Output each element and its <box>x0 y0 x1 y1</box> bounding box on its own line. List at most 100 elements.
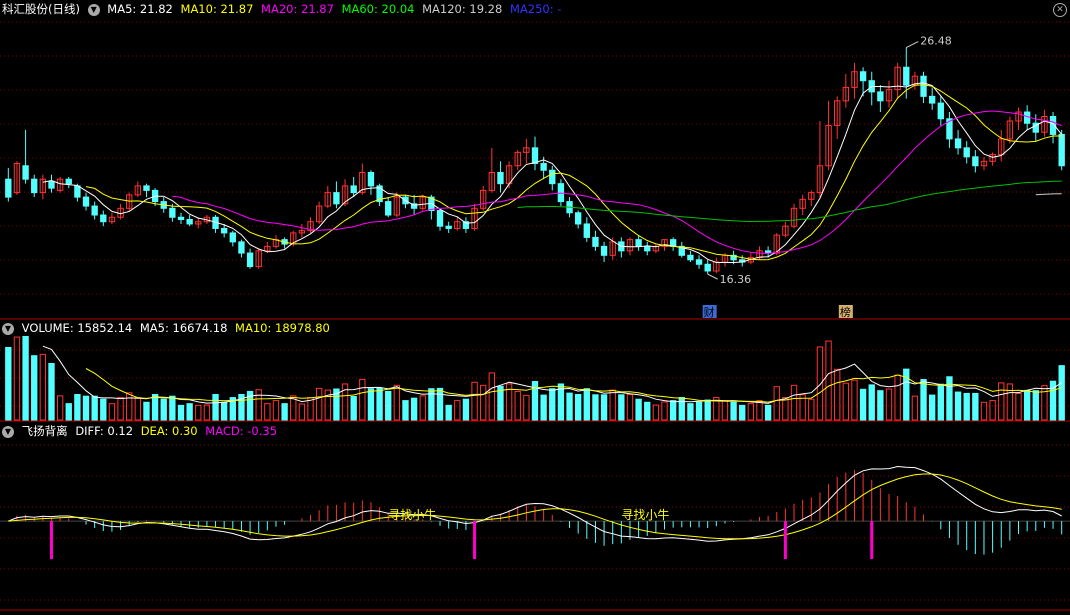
candle-body <box>169 207 176 218</box>
low-label: 16.36 <box>720 273 752 286</box>
volume-bar <box>220 401 228 421</box>
volume-bar <box>160 398 167 421</box>
ma120-line <box>1035 193 1062 196</box>
candle-body <box>1058 133 1065 167</box>
volume-bar <box>928 394 936 421</box>
candle-body <box>687 254 694 261</box>
diff-value: DIFF: 0.12 <box>75 424 134 438</box>
ma10-legend: MA10: 21.87 <box>180 2 254 16</box>
candle-body <box>972 156 979 167</box>
volume-bar <box>359 379 366 421</box>
volume-bar <box>704 399 711 421</box>
candle-body <box>937 102 944 120</box>
volume-bar <box>281 403 288 421</box>
volume-bar <box>1015 392 1022 421</box>
candle-body <box>583 223 590 238</box>
volume-bar <box>410 397 418 421</box>
volume-bar <box>402 400 409 421</box>
volume-bar <box>108 403 116 421</box>
volume-bar <box>65 403 72 421</box>
volume-bar <box>454 400 461 421</box>
volume-bar <box>315 387 323 421</box>
volume-bar <box>272 400 280 421</box>
volume-bar <box>652 404 660 421</box>
volume-bar <box>635 398 642 421</box>
close-icon[interactable]: ✕ <box>1053 3 1067 17</box>
volume-bar <box>730 401 737 421</box>
volume-bar <box>39 353 47 421</box>
volume-bar <box>264 403 271 421</box>
volume-bar <box>946 376 953 421</box>
volume-bar <box>91 395 98 421</box>
volume-bar <box>393 384 401 421</box>
chevron-down-icon[interactable]: ▼ <box>2 425 14 438</box>
volume-bar <box>851 379 858 421</box>
signal-marker <box>783 521 787 560</box>
volume-bar <box>937 383 944 421</box>
candle-body <box>48 180 55 189</box>
volume-bar <box>825 340 832 421</box>
tag-label: 榜 <box>840 305 851 319</box>
tag-label: 财 <box>704 305 715 319</box>
signal-marker <box>473 521 477 560</box>
candle-body <box>954 138 962 149</box>
ma120-legend: MA120: 19.28 <box>422 2 503 16</box>
candle-body <box>436 210 444 227</box>
candle-body <box>704 263 711 272</box>
volume-bar <box>972 392 979 421</box>
volume-bar <box>834 368 841 421</box>
volume-bar <box>859 388 867 421</box>
dea-value: DEA: 0.30 <box>140 424 198 438</box>
volume-bar <box>1058 365 1065 421</box>
volume-bar <box>644 401 651 421</box>
volume-bar <box>773 386 780 421</box>
volume-bar <box>980 401 988 421</box>
ma60-line <box>517 180 1062 223</box>
candle-body <box>445 225 452 229</box>
volume-bar <box>385 390 392 421</box>
volume-bar <box>436 387 444 421</box>
volume-bar <box>592 394 599 421</box>
candle-body <box>920 75 927 97</box>
indicator-name: 飞扬背离 <box>21 424 68 438</box>
volume-bar <box>963 392 970 421</box>
volume-value: VOLUME: 15852.14 <box>21 321 133 335</box>
candle-body <box>903 66 910 86</box>
stock-chart: 26.48 16.36 财 榜寻找小牛 寻找小牛 科汇股份(日线) ▼ MA5: 21.… <box>0 0 1070 612</box>
volume-bar <box>445 404 452 421</box>
volume-bar <box>998 382 1005 421</box>
volume-bar <box>618 394 625 421</box>
candle-body <box>186 218 193 225</box>
candle-body <box>350 185 357 194</box>
volume-bar <box>816 346 824 421</box>
chevron-down-icon[interactable]: ▼ <box>87 3 100 16</box>
volume-bar <box>151 393 159 421</box>
chevron-down-icon[interactable]: ▼ <box>2 322 14 335</box>
candle-body <box>540 163 547 171</box>
volume-bar <box>376 387 383 421</box>
volume-bar <box>177 404 185 421</box>
volume-ma10: MA10: 18978.80 <box>235 321 330 335</box>
candle-body <box>574 212 582 225</box>
volume-bar <box>523 394 530 421</box>
volume-bar <box>100 398 107 421</box>
candle-body <box>333 192 340 205</box>
volume-bar <box>868 384 875 421</box>
ma250-legend: MA250: - <box>509 2 562 16</box>
volume-bar <box>782 397 789 421</box>
signal-marker <box>870 521 874 560</box>
volume-bar <box>186 403 193 421</box>
candle-body <box>100 214 107 223</box>
candle-body <box>877 91 884 102</box>
main-legend: 科汇股份(日线) ▼ MA5: 21.82 MA10: 21.87 MA20: … <box>2 1 565 17</box>
volume-bar <box>195 404 202 421</box>
candle-body <box>65 178 72 185</box>
volume-bar <box>56 395 64 421</box>
volume-bar <box>687 403 694 421</box>
volume-bar <box>954 391 962 421</box>
volume-bar <box>877 390 884 421</box>
ma60-legend: MA60: 20.04 <box>341 2 415 16</box>
candle-body <box>549 169 556 185</box>
candle-body <box>963 147 970 158</box>
volume-bar <box>920 379 927 421</box>
